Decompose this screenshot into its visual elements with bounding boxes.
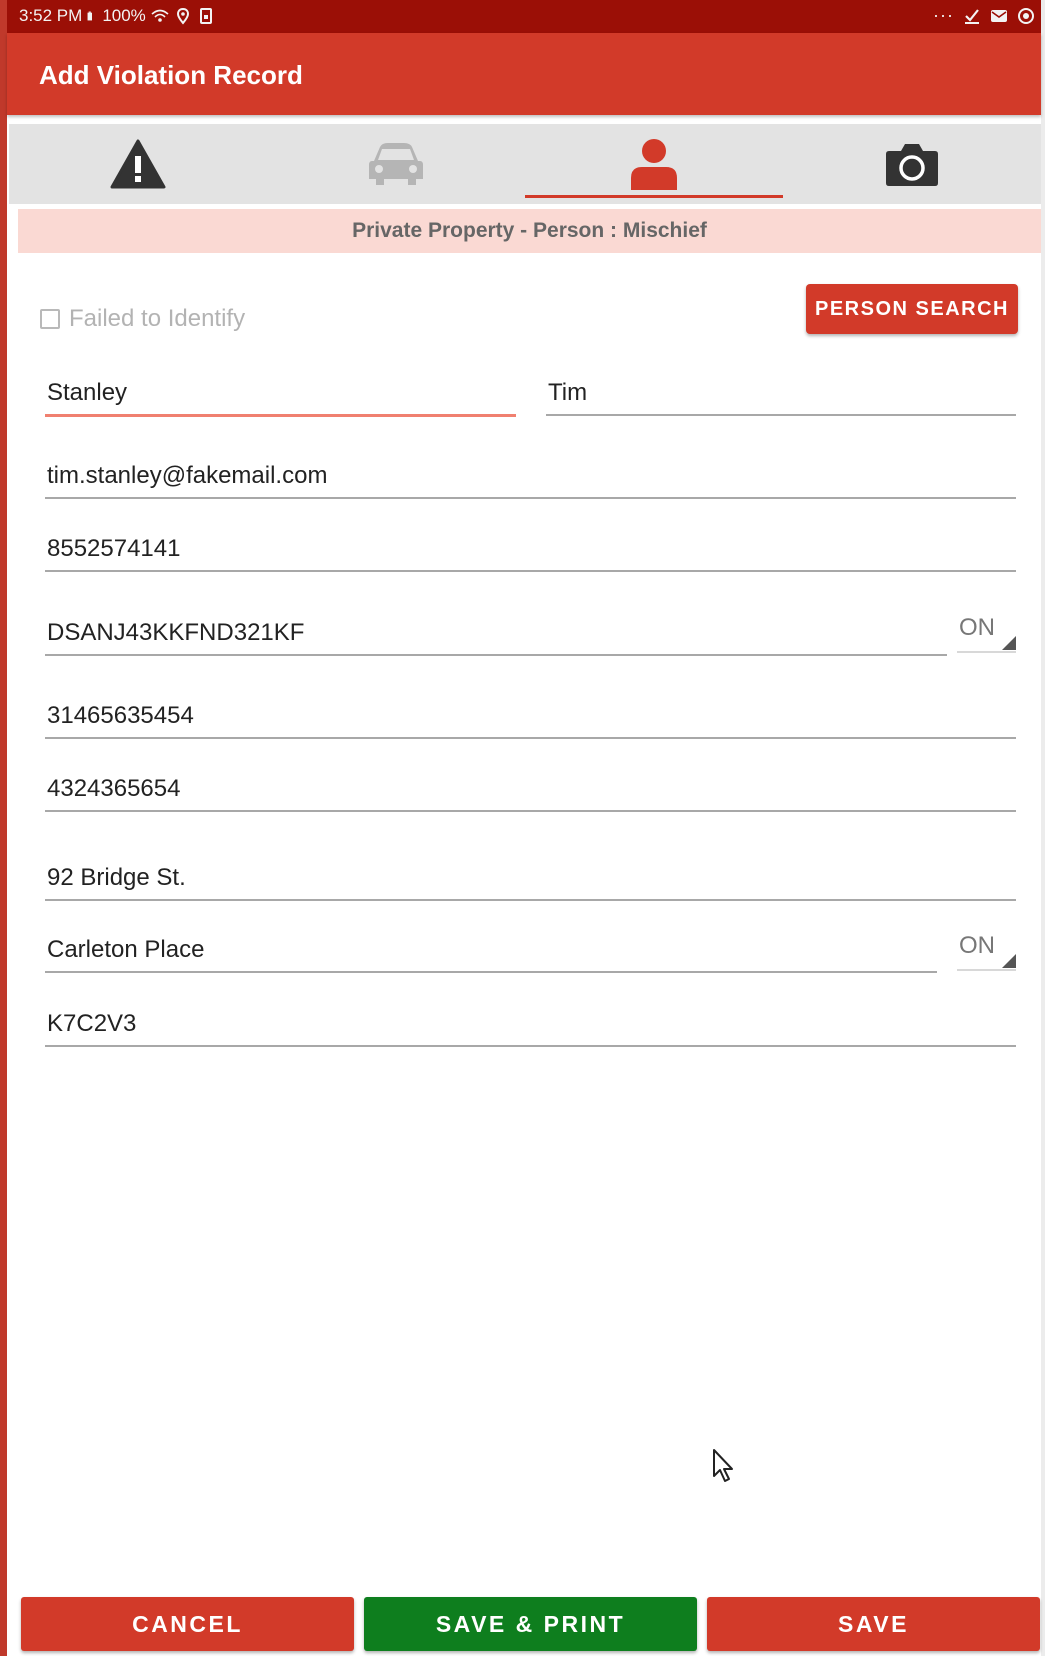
dropdown-arrow-icon [1002, 954, 1016, 968]
field-6-value: 4324365654 [47, 775, 181, 802]
field-5[interactable]: 31465635454 [45, 692, 1016, 739]
window-border [0, 0, 7, 1656]
car-icon [369, 143, 423, 185]
tab-photo[interactable] [783, 124, 1041, 204]
window-border-right [1041, 0, 1045, 1656]
mail-icon [991, 9, 1007, 22]
warning-icon [110, 139, 166, 189]
phone-field[interactable]: 8552574141 [45, 525, 1016, 572]
mouse-cursor-icon [713, 1449, 733, 1482]
save-button[interactable]: SAVE [707, 1597, 1040, 1651]
sync-icon [1018, 7, 1034, 24]
person-icon [631, 139, 677, 190]
email-value: tim.stanley@fakemail.com [47, 462, 328, 489]
tab-vehicle[interactable] [267, 124, 525, 204]
tab-bar [9, 124, 1041, 204]
phone-value: 8552574141 [47, 535, 181, 562]
field-5-value: 31465635454 [47, 702, 194, 729]
tab-person[interactable] [525, 124, 783, 204]
city-value: Carleton Place [47, 936, 205, 963]
tab-violation[interactable] [9, 124, 267, 204]
postal-code-value: K7C2V3 [47, 1010, 137, 1037]
province-dropdown[interactable]: ON [957, 923, 1016, 971]
status-right: ··· [933, 5, 1035, 26]
sim-icon [199, 8, 212, 24]
page-title: Add Violation Record [39, 60, 303, 90]
license-province-value: ON [959, 614, 995, 641]
failed-to-identify-checkbox[interactable] [40, 309, 60, 329]
battery-icon [87, 11, 93, 21]
person-search-button[interactable]: PERSON SEARCH [806, 284, 1018, 334]
app-bar: Add Violation Record [7, 33, 1041, 115]
email-field[interactable]: tim.stanley@fakemail.com [45, 452, 1016, 499]
status-left: 3:52 PM 100% [19, 6, 215, 26]
camera-icon [886, 144, 938, 186]
address-value: 92 Bridge St. [47, 864, 186, 891]
cancel-button[interactable]: CANCEL [21, 1597, 354, 1651]
check-icon [965, 8, 979, 24]
license-number-value: DSANJ43KKFND321KF [47, 619, 305, 646]
city-field[interactable]: Carleton Place [45, 926, 937, 973]
wifi-icon [151, 9, 169, 22]
failed-to-identify-label: Failed to Identify [69, 305, 246, 332]
field-6[interactable]: 4324365654 [45, 765, 1016, 812]
location-icon [176, 7, 189, 25]
postal-code-field[interactable]: K7C2V3 [45, 999, 1016, 1047]
last-name-value: Stanley [47, 379, 128, 406]
status-time: 3:52 PM [19, 6, 83, 25]
province-value: ON [959, 932, 995, 959]
first-name-value: Tim [548, 379, 588, 406]
first-name-field[interactable]: Tim [546, 370, 1016, 416]
address-field[interactable]: 92 Bridge St. [45, 854, 1016, 901]
license-number-field[interactable]: DSANJ43KKFND321KF [45, 609, 947, 656]
status-bar: 3:52 PM 100% ··· [7, 0, 1041, 33]
last-name-field[interactable]: Stanley [45, 370, 516, 417]
save-and-print-button[interactable]: SAVE & PRINT [364, 1597, 697, 1651]
battery-level: 100% [102, 6, 146, 25]
violation-banner: Private Property - Person : Mischief [18, 209, 1041, 253]
failed-to-identify-row[interactable]: Failed to Identify [40, 305, 245, 333]
dropdown-arrow-icon [1002, 636, 1016, 650]
license-province-dropdown[interactable]: ON [957, 605, 1016, 653]
overflow-dots-icon: ··· [933, 5, 954, 25]
active-tab-indicator [525, 195, 783, 198]
